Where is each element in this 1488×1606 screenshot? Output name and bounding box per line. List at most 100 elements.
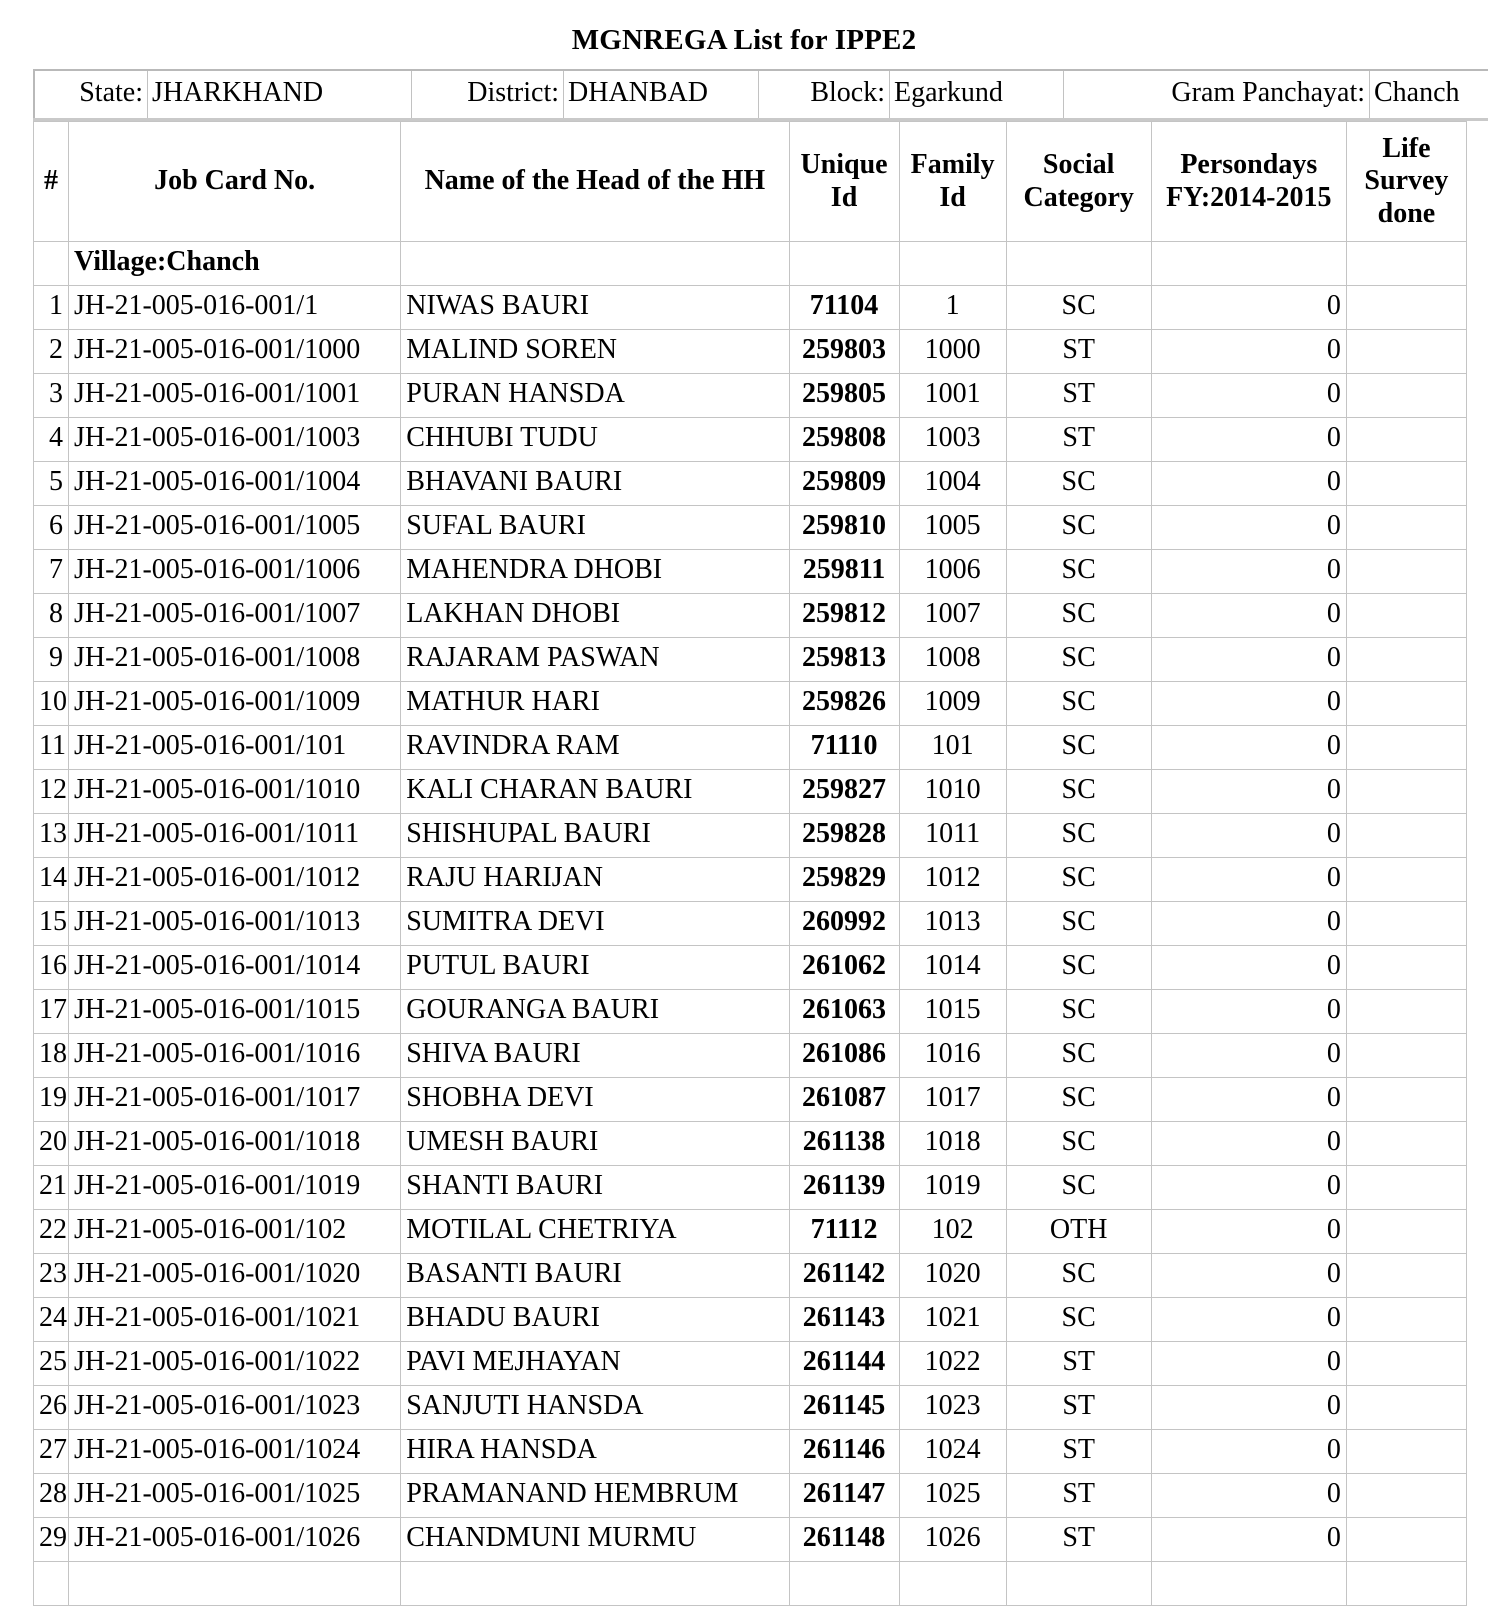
row-head-name: SUFAL BAURI [401, 506, 789, 550]
row-head-name: MOTILAL CHETRIYA [401, 1210, 789, 1254]
row-index [34, 1562, 69, 1606]
row-persondays: 0 [1151, 770, 1346, 814]
row-life-survey [1346, 1078, 1466, 1122]
row-unique-id: 259828 [789, 814, 899, 858]
row-job-card: JH-21-005-016-001/1015 [69, 990, 401, 1034]
row-persondays: 0 [1151, 814, 1346, 858]
row-head-name: UMESH BAURI [401, 1122, 789, 1166]
row-job-card: JH-21-005-016-001/1017 [69, 1078, 401, 1122]
row-family-id: 1012 [899, 858, 1006, 902]
row-index: 16 [34, 946, 69, 990]
row-life-survey [1346, 902, 1466, 946]
row-persondays: 0 [1151, 682, 1346, 726]
row-persondays: 0 [1151, 726, 1346, 770]
column-header-social-category: Social Category [1006, 122, 1151, 242]
row-life-survey [1346, 594, 1466, 638]
row-life-survey [1346, 638, 1466, 682]
row-unique-id: 261145 [789, 1386, 899, 1430]
table-body: Village:Chanch 1JH-21-005-016-001/1NIWAS… [34, 242, 1467, 1606]
state-value: JHARKHAND [148, 70, 412, 120]
row-life-survey [1346, 1430, 1466, 1474]
row-unique-id: 259829 [789, 858, 899, 902]
row-job-card: JH-21-005-016-001/1008 [69, 638, 401, 682]
panchayat-value: Chanch [1370, 70, 1488, 120]
row-social-category: SC [1006, 1166, 1151, 1210]
row-social-category: SC [1006, 902, 1151, 946]
row-unique-id: 259809 [789, 462, 899, 506]
table-row: 1JH-21-005-016-001/1NIWAS BAURI711041SC0 [34, 286, 1467, 330]
row-head-name: BHAVANI BAURI [401, 462, 789, 506]
column-header-job-card: Job Card No. [69, 122, 401, 242]
row-unique-id: 261139 [789, 1166, 899, 1210]
row-social-category: SC [1006, 946, 1151, 990]
row-index: 26 [34, 1386, 69, 1430]
row-social-category: SC [1006, 1254, 1151, 1298]
row-head-name: MATHUR HARI [401, 682, 789, 726]
row-family-id [899, 1562, 1006, 1606]
row-social-category [1006, 1562, 1151, 1606]
row-persondays: 0 [1151, 506, 1346, 550]
row-job-card: JH-21-005-016-001/1018 [69, 1122, 401, 1166]
village-group-row: Village:Chanch [34, 242, 1467, 286]
table-row: 24JH-21-005-016-001/1021BHADU BAURI26114… [34, 1298, 1467, 1342]
row-family-id: 102 [899, 1210, 1006, 1254]
page-title: MGNREGA List for IPPE2 [0, 0, 1488, 69]
row-social-category: ST [1006, 1518, 1151, 1562]
table-row: 19JH-21-005-016-001/1017SHOBHA DEVI26108… [34, 1078, 1467, 1122]
row-persondays: 0 [1151, 286, 1346, 330]
row-index: 19 [34, 1078, 69, 1122]
row-unique-id: 259805 [789, 374, 899, 418]
table-row: 7JH-21-005-016-001/1006MAHENDRA DHOBI259… [34, 550, 1467, 594]
row-job-card: JH-21-005-016-001/1006 [69, 550, 401, 594]
row-job-card: JH-21-005-016-001/1001 [69, 374, 401, 418]
row-unique-id: 259808 [789, 418, 899, 462]
row-index: 28 [34, 1474, 69, 1518]
row-life-survey [1346, 1474, 1466, 1518]
row-family-id: 1015 [899, 990, 1006, 1034]
row-head-name: PRAMANAND HEMBRUM [401, 1474, 789, 1518]
row-head-name: BASANTI BAURI [401, 1254, 789, 1298]
row-social-category: ST [1006, 1386, 1151, 1430]
row-persondays: 0 [1151, 1342, 1346, 1386]
row-persondays: 0 [1151, 418, 1346, 462]
row-job-card: JH-21-005-016-001/1004 [69, 462, 401, 506]
row-social-category: SC [1006, 1034, 1151, 1078]
row-job-card: JH-21-005-016-001/1024 [69, 1430, 401, 1474]
row-head-name: CHANDMUNI MURMU [401, 1518, 789, 1562]
row-job-card: JH-21-005-016-001/1026 [69, 1518, 401, 1562]
row-unique-id: 261143 [789, 1298, 899, 1342]
row-persondays: 0 [1151, 1034, 1346, 1078]
block-value: Egarkund [890, 70, 1064, 120]
row-social-category: SC [1006, 990, 1151, 1034]
row-family-id: 1020 [899, 1254, 1006, 1298]
row-head-name: NIWAS BAURI [401, 286, 789, 330]
row-index: 10 [34, 682, 69, 726]
row-family-id: 1009 [899, 682, 1006, 726]
row-job-card: JH-21-005-016-001/1007 [69, 594, 401, 638]
row-job-card: JH-21-005-016-001/1 [69, 286, 401, 330]
row-life-survey [1346, 462, 1466, 506]
table-row: 6JH-21-005-016-001/1005SUFAL BAURI259810… [34, 506, 1467, 550]
row-life-survey [1346, 1166, 1466, 1210]
row-persondays: 0 [1151, 1078, 1346, 1122]
row-family-id: 1008 [899, 638, 1006, 682]
row-job-card: JH-21-005-016-001/1005 [69, 506, 401, 550]
row-index: 5 [34, 462, 69, 506]
row-job-card: JH-21-005-016-001/1023 [69, 1386, 401, 1430]
row-life-survey [1346, 858, 1466, 902]
row-unique-id: 259803 [789, 330, 899, 374]
table-row: 17JH-21-005-016-001/1015GOURANGA BAURI26… [34, 990, 1467, 1034]
row-head-name: RAJU HARIJAN [401, 858, 789, 902]
row-life-survey [1346, 1342, 1466, 1386]
table-row: 12JH-21-005-016-001/1010KALI CHARAN BAUR… [34, 770, 1467, 814]
row-unique-id: 261138 [789, 1122, 899, 1166]
table-row: 10JH-21-005-016-001/1009MATHUR HARI25982… [34, 682, 1467, 726]
row-social-category: SC [1006, 594, 1151, 638]
row-family-id: 1014 [899, 946, 1006, 990]
row-index: 24 [34, 1298, 69, 1342]
row-life-survey [1346, 1034, 1466, 1078]
row-persondays: 0 [1151, 1474, 1346, 1518]
row-social-category: SC [1006, 1122, 1151, 1166]
row-index: 17 [34, 990, 69, 1034]
row-family-id: 1003 [899, 418, 1006, 462]
